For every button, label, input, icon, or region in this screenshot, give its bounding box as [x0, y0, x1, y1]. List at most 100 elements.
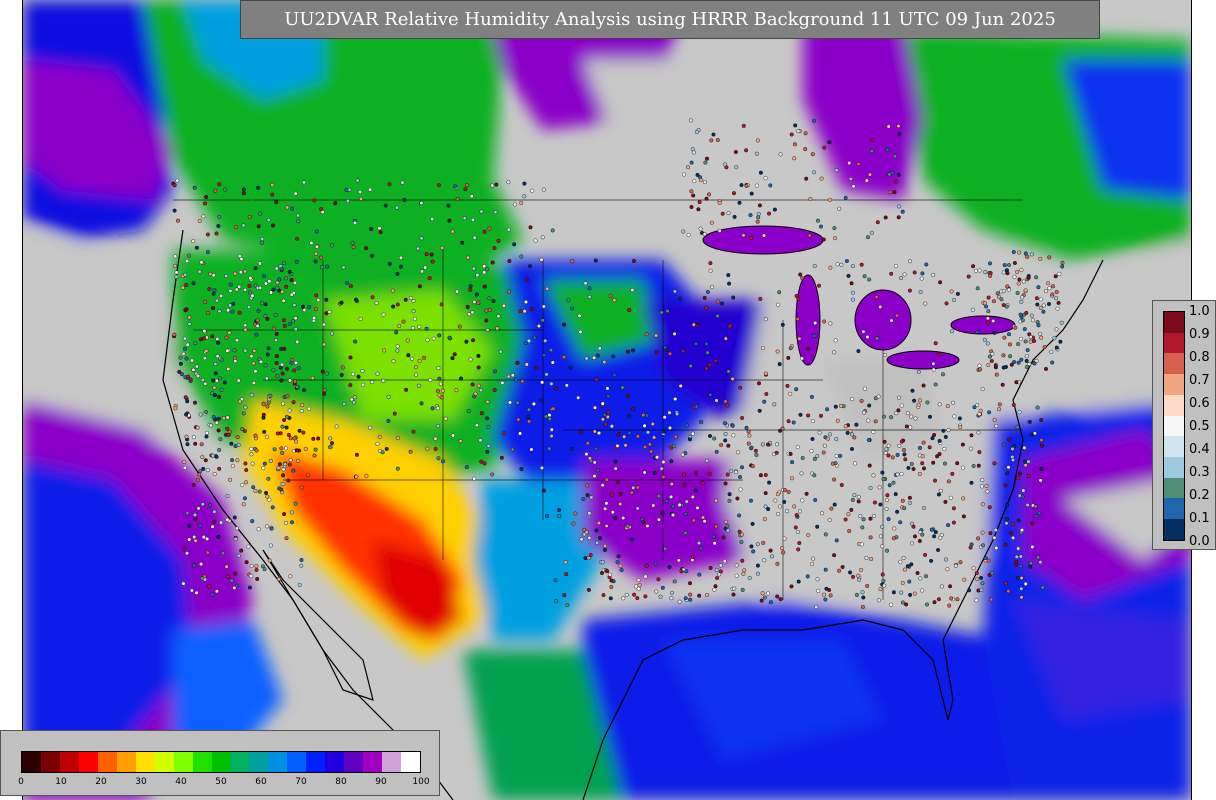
observation-marker	[282, 318, 287, 323]
observation-marker	[846, 512, 851, 517]
observation-marker	[192, 535, 197, 540]
observation-marker	[1032, 339, 1037, 344]
observation-marker	[296, 219, 301, 224]
observation-marker	[616, 432, 621, 437]
observation-marker	[763, 473, 768, 478]
obs-colorbar-segment	[1164, 436, 1184, 458]
observation-marker	[185, 342, 190, 347]
observation-marker	[872, 500, 877, 505]
observation-marker	[528, 264, 533, 269]
observation-marker	[712, 436, 717, 441]
observation-marker	[195, 373, 200, 378]
observation-marker	[437, 333, 442, 338]
observation-marker	[946, 479, 951, 484]
observation-marker	[285, 205, 290, 210]
observation-marker	[457, 324, 462, 329]
observation-marker	[310, 376, 315, 381]
observation-marker	[189, 588, 194, 593]
observation-marker	[850, 264, 855, 269]
observation-marker	[239, 548, 244, 553]
observation-marker	[214, 420, 219, 425]
observation-marker	[251, 361, 256, 366]
observation-marker	[207, 287, 212, 292]
observation-marker	[865, 335, 870, 340]
observation-marker	[645, 413, 650, 418]
observation-marker	[248, 276, 253, 281]
observation-marker	[1038, 331, 1043, 336]
observation-marker	[569, 446, 574, 451]
observation-marker	[894, 264, 899, 269]
observation-marker	[296, 366, 301, 371]
observation-marker	[943, 435, 948, 440]
observation-marker	[1029, 252, 1034, 257]
observation-marker	[330, 331, 335, 336]
observation-marker	[988, 531, 993, 536]
observation-marker	[512, 202, 517, 207]
observation-marker	[860, 525, 865, 530]
observation-marker	[327, 445, 332, 450]
observation-marker	[417, 358, 422, 363]
observation-marker	[697, 572, 702, 577]
observation-marker	[979, 587, 984, 592]
observation-marker	[501, 303, 506, 308]
observation-marker	[587, 294, 592, 299]
observation-marker	[203, 381, 208, 386]
observation-marker	[1035, 405, 1040, 410]
observation-marker	[980, 387, 985, 392]
observation-marker	[570, 306, 575, 311]
observation-marker	[969, 480, 974, 485]
observation-marker	[778, 597, 783, 602]
humidity-map[interactable]	[22, 0, 1192, 800]
observation-marker	[485, 449, 490, 454]
observation-marker	[463, 187, 468, 192]
observation-marker	[992, 330, 997, 335]
observation-marker	[212, 393, 217, 398]
observation-marker	[1020, 528, 1025, 533]
obs-colorbar-segment	[1164, 353, 1184, 375]
observation-marker	[678, 296, 683, 301]
observation-marker	[1038, 560, 1043, 565]
observation-marker	[536, 324, 541, 329]
observation-marker	[551, 406, 556, 411]
observation-marker	[249, 452, 254, 457]
observation-marker	[207, 503, 212, 508]
observation-marker	[987, 505, 992, 510]
observation-marker	[826, 436, 831, 441]
observation-marker	[612, 298, 617, 303]
observation-marker	[1057, 271, 1062, 276]
observation-marker	[828, 321, 833, 326]
observation-marker	[554, 599, 559, 604]
observation-marker	[183, 272, 188, 277]
observation-marker	[1016, 360, 1021, 365]
observation-marker	[600, 417, 605, 422]
observation-marker	[1019, 357, 1024, 362]
observation-marker	[734, 165, 739, 170]
rh-colorbar-tick-label: 20	[95, 777, 107, 787]
observation-marker	[1024, 310, 1029, 315]
observation-marker	[496, 314, 501, 319]
observation-marker	[279, 378, 284, 383]
observation-marker	[835, 418, 840, 423]
observation-marker	[213, 371, 218, 376]
observation-marker	[677, 502, 682, 507]
observation-marker	[851, 184, 856, 189]
observation-marker	[656, 577, 661, 582]
observation-marker	[213, 362, 218, 367]
observation-marker	[291, 400, 296, 405]
observation-marker	[762, 399, 767, 404]
observation-marker	[993, 363, 998, 368]
observation-marker	[635, 485, 640, 490]
observation-marker	[280, 371, 285, 376]
observation-marker	[1038, 256, 1043, 261]
observation-marker	[662, 415, 667, 420]
observation-marker	[1008, 342, 1013, 347]
observation-marker	[1043, 289, 1048, 294]
observation-marker	[882, 583, 887, 588]
observation-marker	[244, 560, 249, 565]
observation-marker	[823, 532, 828, 537]
observation-marker	[470, 310, 475, 315]
observation-marker	[992, 299, 997, 304]
observation-marker	[1050, 360, 1055, 365]
rh-colorbar-segment	[306, 752, 326, 772]
observation-marker	[289, 360, 294, 365]
